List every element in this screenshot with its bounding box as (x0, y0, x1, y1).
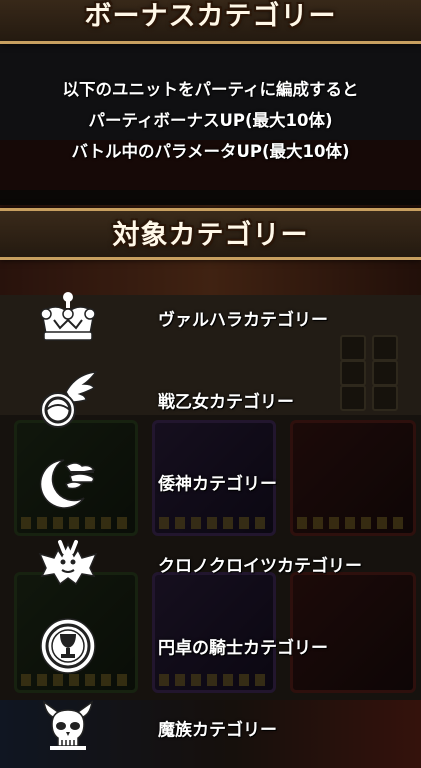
category-label: 魔族カテゴリー (158, 720, 277, 741)
category-label: 戦乙女カテゴリー (158, 392, 294, 413)
winged-orb-icon (36, 370, 100, 430)
category-item-round-table: 円卓の騎士カテゴリー (0, 616, 421, 676)
description-line-3: バトル中のパラメータUP(最大10体) (71, 142, 350, 161)
demon-wings-icon (36, 534, 100, 594)
horned-skull-icon (36, 698, 100, 758)
category-label: クロノクロイツカテゴリー (158, 556, 362, 577)
description-line-2: パーティボーナスUP(最大10体) (88, 111, 333, 130)
moon-cloud-icon (36, 452, 100, 512)
bonus-description: 以下のユニットをパーティに編成すると パーティボーナスUP(最大10体) バトル… (0, 74, 421, 167)
category-label: ヴァルハラカテゴリー (158, 310, 328, 331)
crown-icon (36, 288, 100, 348)
category-label: 倭神カテゴリー (158, 474, 277, 495)
category-item-valhalla: ヴァルハラカテゴリー (0, 288, 421, 348)
category-item-valkyrie: 戦乙女カテゴリー (0, 370, 421, 430)
bonus-header-title: ボーナスカテゴリー (84, 1, 337, 32)
category-item-wajin: 倭神カテゴリー (0, 452, 421, 512)
category-item-chronokreuz: クロノクロイツカテゴリー (0, 534, 421, 594)
target-header-title: 対象カテゴリー (112, 220, 309, 251)
description-line-1: 以下のユニットをパーティに編成すると (62, 80, 359, 99)
grail-emblem-icon (36, 616, 100, 676)
category-label: 円卓の騎士カテゴリー (158, 638, 328, 659)
category-item-demon-race: 魔族カテゴリー (0, 698, 421, 758)
